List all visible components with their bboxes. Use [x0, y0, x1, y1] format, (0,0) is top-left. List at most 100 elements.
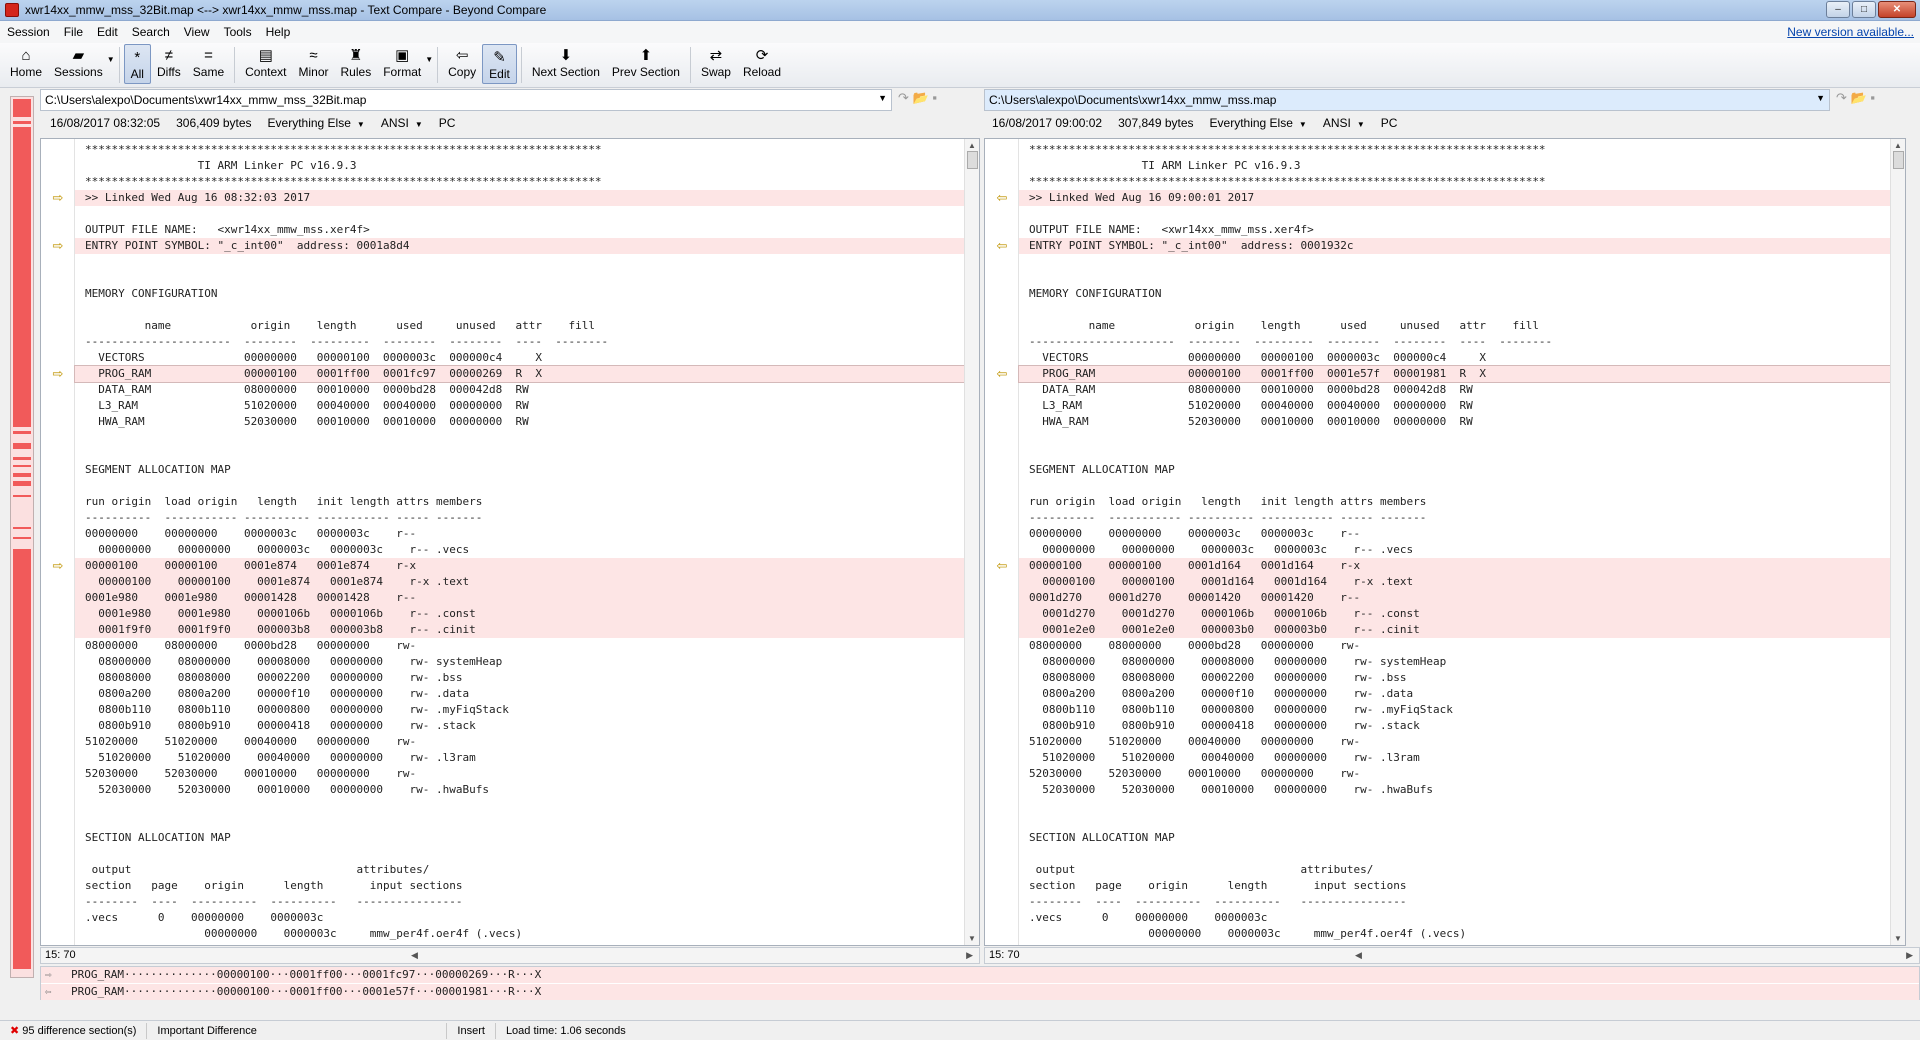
text-line[interactable]: ---------------------- -------- --------… [1019, 334, 1890, 350]
left-format-select[interactable]: Everything Else ▼ [268, 116, 365, 130]
scroll-up-icon[interactable]: ▲ [1894, 141, 1902, 150]
chevron-down-icon[interactable]: ▼ [107, 55, 115, 64]
chevron-down-icon[interactable]: ▼ [425, 55, 433, 64]
text-line[interactable] [75, 430, 964, 446]
overview-diff-mark[interactable] [13, 481, 31, 486]
text-line[interactable]: 00000000 00000000 0000003c 0000003c r-- [1019, 526, 1890, 542]
text-line[interactable]: SEGMENT ALLOCATION MAP [1019, 462, 1890, 478]
text-line[interactable]: output attributes/ [1019, 862, 1890, 878]
text-line[interactable]: 51020000 51020000 00040000 00000000 rw- [75, 734, 964, 750]
text-line[interactable]: L3_RAM 51020000 00040000 00040000 000000… [75, 398, 964, 414]
text-line[interactable]: ****************************************… [75, 142, 964, 158]
scroll-down-icon[interactable]: ▼ [1894, 934, 1902, 943]
text-line[interactable]: ****************************************… [1019, 174, 1890, 190]
scroll-up-icon[interactable]: ▲ [968, 141, 976, 150]
text-line[interactable] [75, 302, 964, 318]
left-lineend[interactable]: PC [439, 116, 456, 130]
text-line[interactable] [75, 798, 964, 814]
text-line[interactable]: 08008000 08008000 00002200 00000000 rw- … [75, 670, 964, 686]
overview-diff-mark[interactable] [13, 495, 31, 497]
text-line[interactable]: HWA_RAM 52030000 00010000 00010000 00000… [75, 414, 964, 430]
overview-diff-mark[interactable] [13, 465, 31, 467]
diff-line[interactable]: >> Linked Wed Aug 16 09:00:01 2017 [1019, 190, 1890, 206]
right-encoding-select[interactable]: ANSI ▼ [1323, 116, 1365, 130]
home-button[interactable]: ⌂ Home [4, 43, 48, 85]
text-line[interactable]: section page origin length input section… [1019, 878, 1890, 894]
edit-button[interactable]: ✎ Edit [482, 44, 517, 84]
copy-right-arrow-icon[interactable]: ⇨ [50, 367, 66, 381]
text-line[interactable]: L3_RAM 51020000 00040000 00040000 000000… [1019, 398, 1890, 414]
diffs-button[interactable]: ≠ Diffs [151, 43, 187, 85]
new-version-link[interactable]: New version available... [1787, 25, 1914, 39]
text-line[interactable]: 08000000 08000000 00008000 00000000 rw- … [75, 654, 964, 670]
text-line[interactable]: 52030000 52030000 00010000 00000000 rw- [1019, 766, 1890, 782]
right-scroll-thumb[interactable] [1893, 151, 1904, 169]
text-line[interactable]: OUTPUT FILE NAME: <xwr14xx_mmw_mss.xer4f… [75, 222, 964, 238]
text-line[interactable] [75, 254, 964, 270]
text-line[interactable]: name origin length used unused attr fill [1019, 318, 1890, 334]
text-line[interactable]: ---------- ----------- ---------- ------… [1019, 510, 1890, 526]
text-line[interactable]: 51020000 51020000 00040000 00000000 rw- [1019, 734, 1890, 750]
text-line[interactable]: 0800a200 0800a200 00000f10 00000000 rw- … [75, 686, 964, 702]
menu-help[interactable]: Help [259, 25, 298, 39]
diff-line[interactable]: 0001e980 0001e980 0000106b 0000106b r-- … [75, 606, 964, 622]
text-line[interactable] [1019, 446, 1890, 462]
save-icon[interactable]: ▪ [1870, 90, 1875, 105]
chevron-down-icon[interactable]: ▼ [1816, 93, 1825, 103]
menu-file[interactable]: File [57, 25, 90, 39]
text-line[interactable]: 52030000 52030000 00010000 00000000 rw- [75, 766, 964, 782]
right-format-select[interactable]: Everything Else ▼ [1210, 116, 1307, 130]
text-line[interactable]: 51020000 51020000 00040000 00000000 rw- … [75, 750, 964, 766]
open-folder-icon[interactable]: 📂 [1851, 90, 1867, 105]
minor-button[interactable]: ≈ Minor [293, 43, 335, 85]
text-line[interactable] [1019, 302, 1890, 318]
text-line[interactable]: ****************************************… [75, 174, 964, 190]
text-line[interactable]: OUTPUT FILE NAME: <xwr14xx_mmw_mss.xer4f… [1019, 222, 1890, 238]
scroll-down-icon[interactable]: ▼ [968, 934, 976, 943]
text-line[interactable]: 00000000 0000003c mmw_per4f.oer4f (.vecs… [75, 926, 964, 942]
copy-left-arrow-icon[interactable]: ⇦ [994, 367, 1010, 381]
text-line[interactable]: MEMORY CONFIGURATION [75, 286, 964, 302]
text-line[interactable]: name origin length used unused attr fill [75, 318, 964, 334]
maximize-button[interactable]: □ [1852, 1, 1876, 18]
close-button[interactable]: ✕ [1878, 1, 1916, 18]
left-vscroll[interactable]: ▲ ▼ [964, 139, 979, 945]
save-icon[interactable]: ▪ [932, 90, 937, 105]
copy-right-arrow-icon[interactable]: ⇨ [50, 191, 66, 205]
right-lineend[interactable]: PC [1381, 116, 1398, 130]
overview-diff-mark[interactable] [13, 527, 31, 529]
text-line[interactable] [75, 478, 964, 494]
text-line[interactable]: ****************************************… [1019, 142, 1890, 158]
text-line[interactable]: 00000000 00000000 0000003c 0000003c r-- [75, 526, 964, 542]
text-line[interactable]: -------- ---- ---------- ---------- ----… [1019, 894, 1890, 910]
sessions-button[interactable]: ▰ Sessions [48, 43, 109, 85]
overview-diff-mark[interactable] [13, 99, 31, 117]
text-line[interactable]: run origin load origin length init lengt… [75, 494, 964, 510]
diff-line[interactable]: ENTRY POINT SYMBOL: "_c_int00" address: … [1019, 238, 1890, 254]
text-line[interactable]: ---------- ----------- ---------- ------… [75, 510, 964, 526]
same-button[interactable]: = Same [187, 43, 230, 85]
text-line[interactable] [1019, 430, 1890, 446]
copy-left-arrow-icon[interactable]: ⇦ [994, 559, 1010, 573]
right-path-field[interactable]: C:\Users\alexpo\Documents\xwr14xx_mmw_ms… [984, 89, 1830, 111]
text-line[interactable]: TI ARM Linker PC v16.9.3 [75, 158, 964, 174]
diff-line[interactable]: 00000100 00000100 0001e874 0001e874 r-x [75, 558, 964, 574]
text-line[interactable]: output attributes/ [75, 862, 964, 878]
overview-diff-mark[interactable] [13, 127, 31, 427]
text-line[interactable] [75, 814, 964, 830]
text-line[interactable]: SEGMENT ALLOCATION MAP [75, 462, 964, 478]
copy-left-arrow-icon[interactable]: ⇦ [994, 239, 1010, 253]
text-line[interactable]: VECTORS 00000000 00000100 0000003c 00000… [1019, 350, 1890, 366]
text-line[interactable] [75, 206, 964, 222]
prev-button[interactable]: ⬆ Prev Section [606, 43, 686, 85]
left-text-pane[interactable]: ****************************************… [40, 138, 980, 946]
diff-line[interactable]: PROG_RAM 00000100 0001ff00 0001e57f 0000… [1018, 365, 1891, 383]
menu-tools[interactable]: Tools [217, 25, 259, 39]
text-line[interactable]: VECTORS 00000000 00000100 0000003c 00000… [75, 350, 964, 366]
diff-line[interactable]: 0001d270 0001d270 0000106b 0000106b r-- … [1019, 606, 1890, 622]
overview-diff-mark[interactable] [13, 457, 31, 460]
reload-button[interactable]: ⟳ Reload [737, 43, 787, 85]
left-scroll-thumb[interactable] [967, 151, 978, 169]
text-line[interactable]: ---------------------- -------- --------… [75, 334, 964, 350]
text-line[interactable] [1019, 270, 1890, 286]
